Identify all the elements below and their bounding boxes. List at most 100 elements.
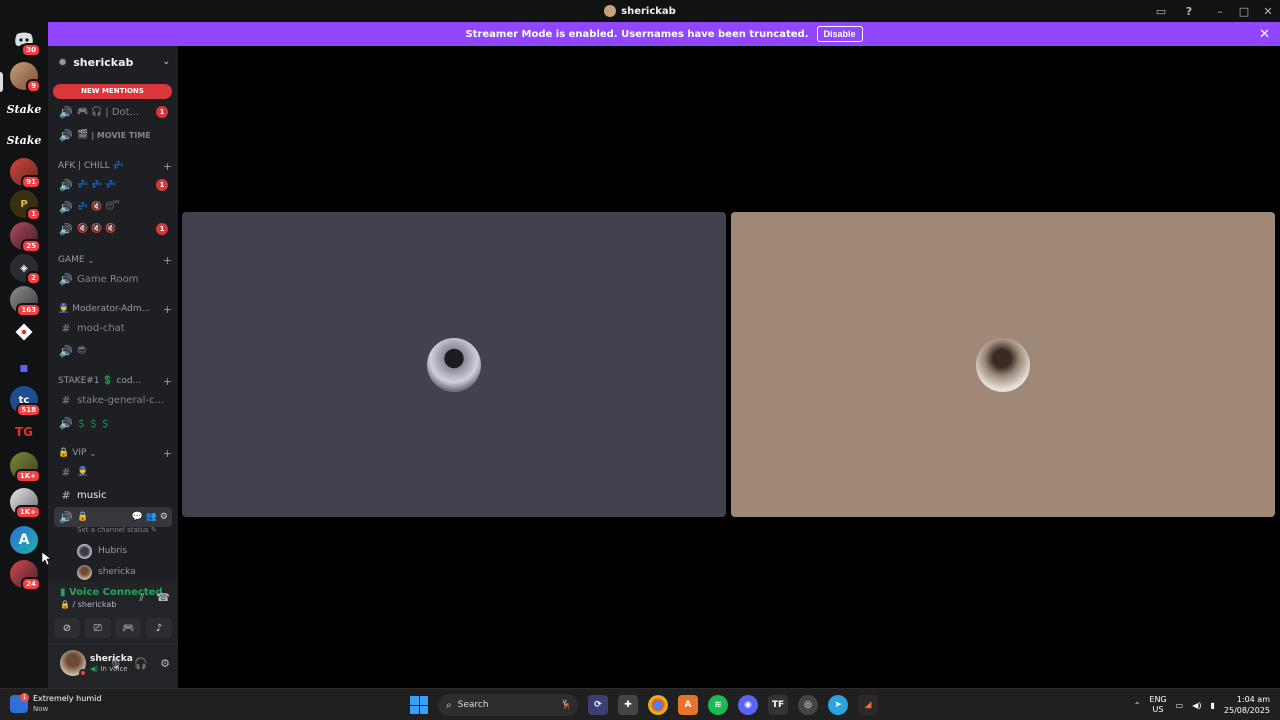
- add-channel-icon[interactable]: +: [163, 254, 172, 267]
- maximize-button[interactable]: □: [1232, 0, 1256, 22]
- spotify-icon[interactable]: ≋: [708, 695, 728, 715]
- text-channel-mod-chat[interactable]: # mod-chat: [54, 318, 172, 338]
- clock[interactable]: 1:04 am 25/08/2025: [1224, 694, 1270, 716]
- voice-user[interactable]: Hubris: [77, 542, 127, 560]
- inbox-icon[interactable]: ▭: [1154, 4, 1168, 18]
- app-icon[interactable]: ⟳: [588, 695, 608, 715]
- voice-channel-connected[interactable]: 🔊 🔒 💬 👥 ⚙: [54, 507, 172, 527]
- lock-icon: 🔒: [77, 512, 89, 522]
- server-header[interactable]: ✹ sherickab ⌄: [48, 46, 178, 78]
- chrome-icon[interactable]: [648, 695, 668, 715]
- voice-channel-afk-3[interactable]: 🔊 🔇 🔇 🔇 1: [54, 219, 172, 239]
- server-icon[interactable]: P1: [10, 190, 41, 221]
- category-vip[interactable]: 🔒 VIP ⌄ +: [58, 446, 172, 460]
- voice-user[interactable]: shericka: [77, 563, 136, 581]
- help-icon[interactable]: ?: [1182, 4, 1196, 18]
- headphones-icon[interactable]: 🎧: [134, 657, 148, 670]
- category-afk[interactable]: AFK | CHILL 💤 +: [58, 159, 172, 173]
- participant-avatar: [976, 337, 1030, 392]
- battery-icon[interactable]: ▮: [1210, 701, 1214, 710]
- text-channel-vip[interactable]: # 👮: [54, 462, 172, 482]
- display-icon[interactable]: ▭: [1176, 701, 1184, 710]
- text-channel-stake-general[interactable]: # stake-general-c...: [54, 390, 172, 410]
- activity-button[interactable]: 🎮: [115, 618, 142, 638]
- channel-actions[interactable]: 💬 👥 ⚙: [132, 512, 168, 522]
- server-icon[interactable]: A: [10, 526, 38, 554]
- server-icon[interactable]: tc 518: [10, 386, 41, 417]
- weather-widget[interactable]: 1 Extremely humid Now: [10, 693, 101, 715]
- server-icon[interactable]: 163: [10, 286, 41, 317]
- emoji-icon: 💤 🔇 😴: [77, 202, 120, 212]
- category-game[interactable]: GAME ⌄ +: [58, 253, 172, 267]
- set-channel-status[interactable]: Set a channel status ✎: [77, 526, 157, 534]
- add-channel-icon[interactable]: +: [163, 160, 172, 173]
- category-moderator[interactable]: 👮 Moderator-Adm... +: [58, 302, 172, 316]
- chevron-up-icon[interactable]: ⌃: [1134, 701, 1141, 710]
- app-icon[interactable]: ◎: [798, 695, 818, 715]
- unread-badge: 1: [156, 106, 168, 118]
- category-stake[interactable]: STAKE#1 💲 cod... +: [58, 374, 172, 388]
- server-settings-icon: ✹: [58, 55, 68, 69]
- rail-badge: 25: [21, 239, 41, 253]
- banner-close-icon[interactable]: ✕: [1259, 27, 1270, 42]
- taskbar-search[interactable]: ⌕ Search 🦌: [438, 694, 578, 716]
- telegram-icon[interactable]: ➤: [828, 695, 848, 715]
- text-channel-music[interactable]: # music: [54, 485, 172, 505]
- disconnect-icon[interactable]: ☎: [156, 591, 170, 605]
- server-icon[interactable]: ◈ 2: [10, 254, 41, 285]
- folder-icon[interactable]: ▪: [10, 354, 38, 382]
- app-icon[interactable]: A: [678, 695, 698, 715]
- voice-channel-path[interactable]: 🔒 / sherickab: [60, 600, 116, 609]
- speaker-icon: 🔊: [59, 105, 73, 119]
- gear-icon[interactable]: ⚙: [160, 657, 170, 670]
- voice-channel-stake[interactable]: 🔊 ＄ ＄ ＄: [54, 413, 172, 433]
- server-icon[interactable]: 1K+: [10, 488, 41, 519]
- add-channel-icon[interactable]: +: [163, 447, 172, 460]
- server-icon[interactable]: 1K+: [10, 452, 41, 483]
- app-icon[interactable]: TF: [768, 695, 788, 715]
- noise-suppression-icon[interactable]: ⫽: [139, 591, 144, 605]
- server-icon[interactable]: 24: [10, 560, 41, 591]
- voice-channel-movie[interactable]: 🔊 🎬 | MOVIE TIME: [54, 125, 172, 145]
- voice-status-icon: ◀): [90, 665, 101, 673]
- stake-server-icon[interactable]: Stake: [7, 126, 41, 154]
- server-icon[interactable]: [10, 318, 38, 346]
- add-channel-icon[interactable]: +: [163, 303, 172, 316]
- discord-icon[interactable]: ◉: [738, 695, 758, 715]
- language-indicator[interactable]: ENG US: [1149, 695, 1166, 715]
- channel-label: mod-chat: [77, 322, 125, 334]
- volume-icon[interactable]: ◀): [1192, 701, 1201, 710]
- server-icon[interactable]: 91: [10, 158, 41, 189]
- server-icon[interactable]: 9: [10, 62, 41, 93]
- voice-channel-dot[interactable]: 🔊 🎮 🎧 | Dot... 1: [54, 102, 172, 122]
- voice-path: / sherickab: [72, 600, 117, 609]
- close-window-button[interactable]: ✕: [1256, 0, 1280, 22]
- new-mentions-button[interactable]: NEW MENTIONS: [53, 84, 172, 99]
- window-title: sherickab: [621, 5, 676, 17]
- speaker-icon: 🔊: [59, 272, 73, 286]
- disable-streamer-mode-button[interactable]: Disable: [816, 26, 863, 42]
- add-channel-icon[interactable]: +: [163, 375, 172, 388]
- stake-server-icon[interactable]: Stake: [7, 95, 41, 123]
- voice-user-name: shericka: [98, 567, 136, 577]
- direct-messages-icon[interactable]: 30: [10, 26, 41, 57]
- participant-tile[interactable]: [182, 212, 726, 517]
- app-icon[interactable]: ◢: [858, 695, 878, 715]
- server-icon[interactable]: 25: [10, 222, 41, 253]
- screen-share-button[interactable]: ⎚: [84, 618, 111, 638]
- app-icon[interactable]: ✚: [618, 695, 638, 715]
- participant-tile[interactable]: [731, 212, 1275, 517]
- voice-channel-mod[interactable]: 🔊 😎: [54, 341, 172, 361]
- voice-channel-afk-1[interactable]: 🔊 💤 💤 💤 1: [54, 175, 172, 195]
- minimize-button[interactable]: –: [1208, 0, 1232, 22]
- microphone-icon[interactable]: 🎙: [108, 657, 122, 670]
- voice-channel-game-room[interactable]: 🔊 Game Room: [54, 269, 172, 289]
- channel-label: stake-general-c...: [77, 394, 165, 406]
- voice-channel-afk-2[interactable]: 🔊 💤 🔇 😴: [54, 197, 172, 217]
- server-icon[interactable]: TG: [10, 418, 38, 446]
- camera-off-button[interactable]: ⊘: [54, 618, 80, 638]
- avatar: [77, 564, 92, 580]
- participant-avatar: [427, 337, 481, 392]
- soundboard-button[interactable]: ♪: [145, 618, 172, 638]
- start-button[interactable]: [410, 696, 428, 714]
